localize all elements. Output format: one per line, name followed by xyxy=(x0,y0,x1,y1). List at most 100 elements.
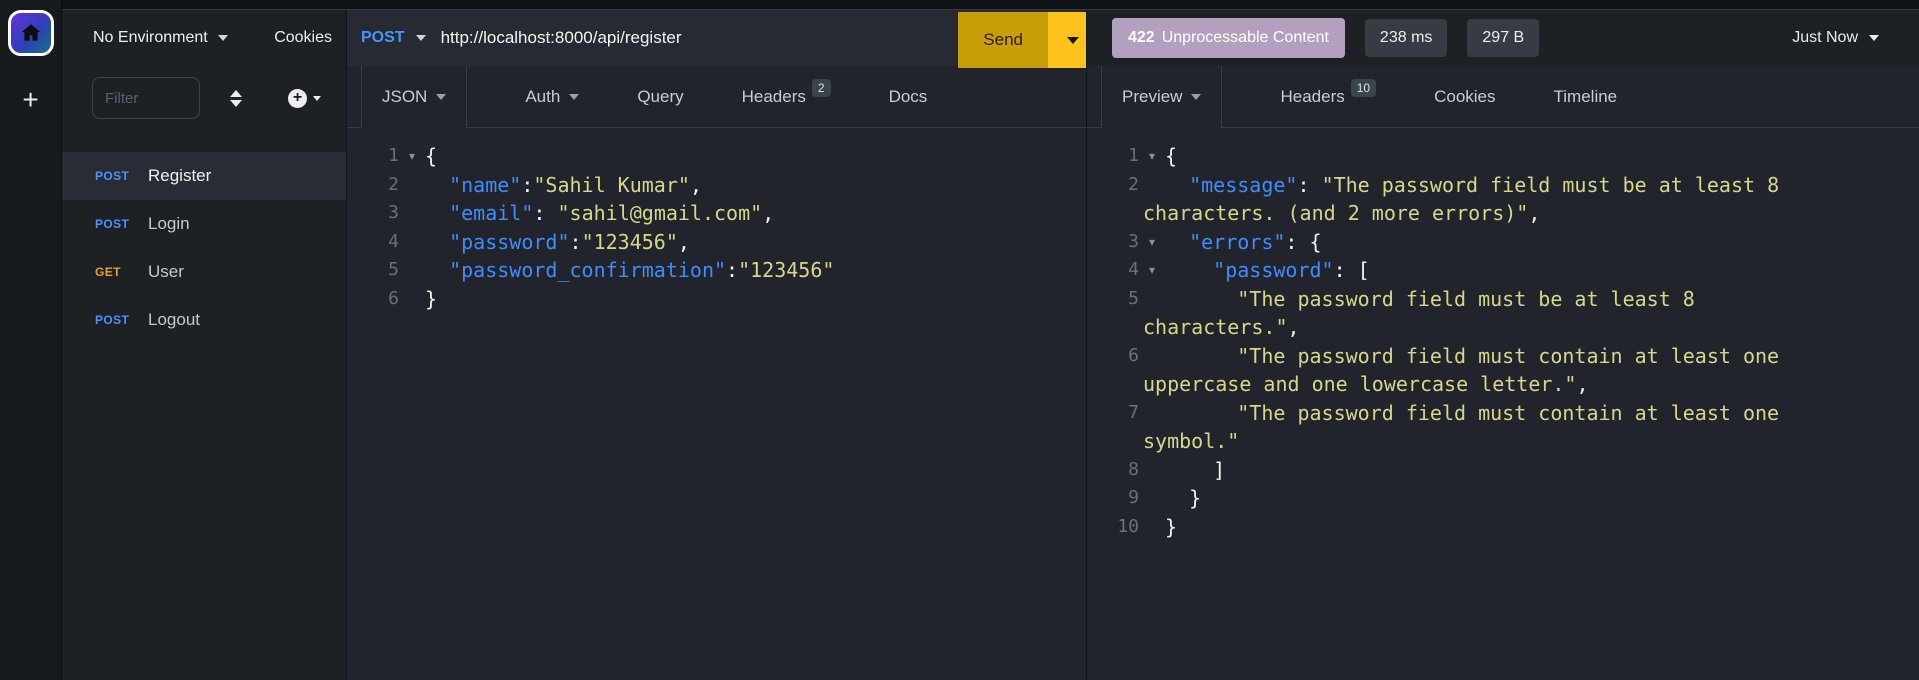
line-number: 4 xyxy=(1087,256,1139,285)
line-number: 5 xyxy=(347,256,399,285)
code-text: symbol." xyxy=(1143,427,1239,456)
home-button[interactable] xyxy=(8,10,54,56)
tab-preview[interactable]: Preview xyxy=(1101,66,1222,127)
tab-label: Timeline xyxy=(1554,87,1618,107)
token-pun: : { xyxy=(1285,230,1321,254)
code-text: "The password field must be at least 8 xyxy=(1165,285,1695,314)
request-item-user[interactable]: GETUser xyxy=(62,248,346,296)
tab-cookies[interactable]: Cookies xyxy=(1434,66,1495,127)
tab-label: Query xyxy=(637,87,683,107)
token-str: characters. (and 2 more errors)" xyxy=(1143,201,1528,225)
line-number: 7 xyxy=(1087,399,1139,428)
fold-caret-icon[interactable]: ▾ xyxy=(1139,256,1165,285)
send-options-button[interactable] xyxy=(1048,12,1086,68)
new-request-button[interactable]: + xyxy=(288,89,321,108)
code-text: characters. (and 2 more errors)", xyxy=(1143,199,1540,228)
chevron-down-icon xyxy=(313,96,321,101)
request-body-editor[interactable]: 1▾{2 "name":"Sahil Kumar",3 "email": "sa… xyxy=(347,128,1086,680)
fold-caret-icon[interactable]: ▾ xyxy=(1139,228,1165,257)
token-str: "123456" xyxy=(738,258,834,282)
token-pun: } xyxy=(1165,515,1177,539)
request-item-register[interactable]: POSTRegister xyxy=(62,152,346,200)
line-number: 9 xyxy=(1087,484,1139,513)
code-line: 4 "password":"123456", xyxy=(347,228,1086,257)
token-pun xyxy=(1165,344,1237,368)
token-key: "password" xyxy=(1213,258,1333,282)
tab-headers[interactable]: Headers 2 xyxy=(742,66,831,127)
request-item-login[interactable]: POSTLogin xyxy=(62,200,346,248)
code-text: "password_confirmation":"123456" xyxy=(425,256,834,285)
code-text: "email": "sahil@gmail.com", xyxy=(425,199,774,228)
token-key: "email" xyxy=(449,201,533,225)
token-pun: : xyxy=(521,173,533,197)
url-input[interactable]: http://localhost:8000/api/register xyxy=(441,28,682,48)
code-text: "The password field must contain at leas… xyxy=(1165,399,1779,428)
request-name-label: User xyxy=(148,262,184,282)
tab-timeline[interactable]: Timeline xyxy=(1554,66,1618,127)
response-history-selector[interactable]: Just Now xyxy=(1792,29,1879,47)
tab-query[interactable]: Query xyxy=(637,66,683,127)
request-pane: POST http://localhost:8000/api/register … xyxy=(347,10,1087,680)
token-str: characters." xyxy=(1143,315,1288,339)
token-pun: , xyxy=(1288,315,1300,339)
response-body-viewer[interactable]: 1▾{2 "message": "The password field must… xyxy=(1087,128,1919,680)
environment-selector[interactable]: No Environment xyxy=(93,29,228,47)
token-pun xyxy=(425,258,449,282)
request-item-logout[interactable]: POSTLogout xyxy=(62,296,346,344)
sort-down-icon xyxy=(230,100,242,107)
token-str: symbol." xyxy=(1143,429,1239,453)
tab-auth[interactable]: Auth xyxy=(525,66,579,127)
token-pun xyxy=(1165,401,1237,425)
token-pun: : xyxy=(533,201,557,225)
token-key: "password_confirmation" xyxy=(449,258,726,282)
cookies-button[interactable]: Cookies xyxy=(274,29,332,47)
send-button[interactable]: Send xyxy=(958,12,1086,68)
code-text: "errors": { xyxy=(1165,228,1322,257)
tab-label: Auth xyxy=(525,87,560,107)
send-button-main[interactable]: Send xyxy=(958,12,1048,68)
send-label: Send xyxy=(983,30,1023,50)
new-workspace-button[interactable]: + xyxy=(22,86,38,114)
code-text: { xyxy=(1165,142,1177,171)
tab-docs[interactable]: Docs xyxy=(889,66,928,127)
code-line: 9 } xyxy=(1087,484,1919,513)
line-number: 1 xyxy=(1087,142,1139,171)
code-text: "name":"Sahil Kumar", xyxy=(425,171,702,200)
token-pun: : xyxy=(726,258,738,282)
token-pun: { xyxy=(425,144,437,168)
sort-button[interactable] xyxy=(230,90,242,107)
tab-label: Preview xyxy=(1122,87,1182,107)
code-text: } xyxy=(1165,484,1201,513)
fold-caret-icon[interactable]: ▾ xyxy=(1139,142,1165,171)
line-number: 1 xyxy=(347,142,399,171)
request-method-label: POST xyxy=(95,217,148,231)
chevron-down-icon xyxy=(1869,35,1879,41)
code-text: "The password field must contain at leas… xyxy=(1165,342,1779,371)
code-line: 5 "The password field must be at least 8 xyxy=(1087,285,1919,314)
code-line: symbol." xyxy=(1087,427,1919,456)
response-time-badge: 238 ms xyxy=(1365,19,1447,57)
tab-json[interactable]: JSON xyxy=(361,66,467,127)
line-number: 5 xyxy=(1087,285,1139,314)
fold-caret-icon[interactable]: ▾ xyxy=(399,142,425,171)
token-pun xyxy=(1165,287,1237,311)
plus-circle-icon: + xyxy=(288,89,307,108)
token-key: "password" xyxy=(449,230,569,254)
tab-label: Headers xyxy=(742,87,806,107)
response-tabs: Preview Headers10 Cookies Timeline xyxy=(1087,66,1919,128)
line-number: 2 xyxy=(1087,171,1139,200)
request-method-label: GET xyxy=(95,265,148,279)
tab-count-badge: 2 xyxy=(812,79,831,97)
tab-headers[interactable]: Headers10 xyxy=(1280,66,1376,127)
token-pun xyxy=(1165,230,1189,254)
status-text: Unprocessable Content xyxy=(1162,29,1329,47)
line-number: 6 xyxy=(347,285,399,314)
line-number: 3 xyxy=(347,199,399,228)
request-name-label: Login xyxy=(148,214,190,234)
code-line: 6 "The password field must contain at le… xyxy=(1087,342,1919,371)
token-key: "message" xyxy=(1189,173,1297,197)
request-method-label: POST xyxy=(95,313,148,327)
method-selector[interactable]: POST xyxy=(361,29,405,47)
token-key: "errors" xyxy=(1189,230,1285,254)
filter-input[interactable] xyxy=(92,77,200,119)
